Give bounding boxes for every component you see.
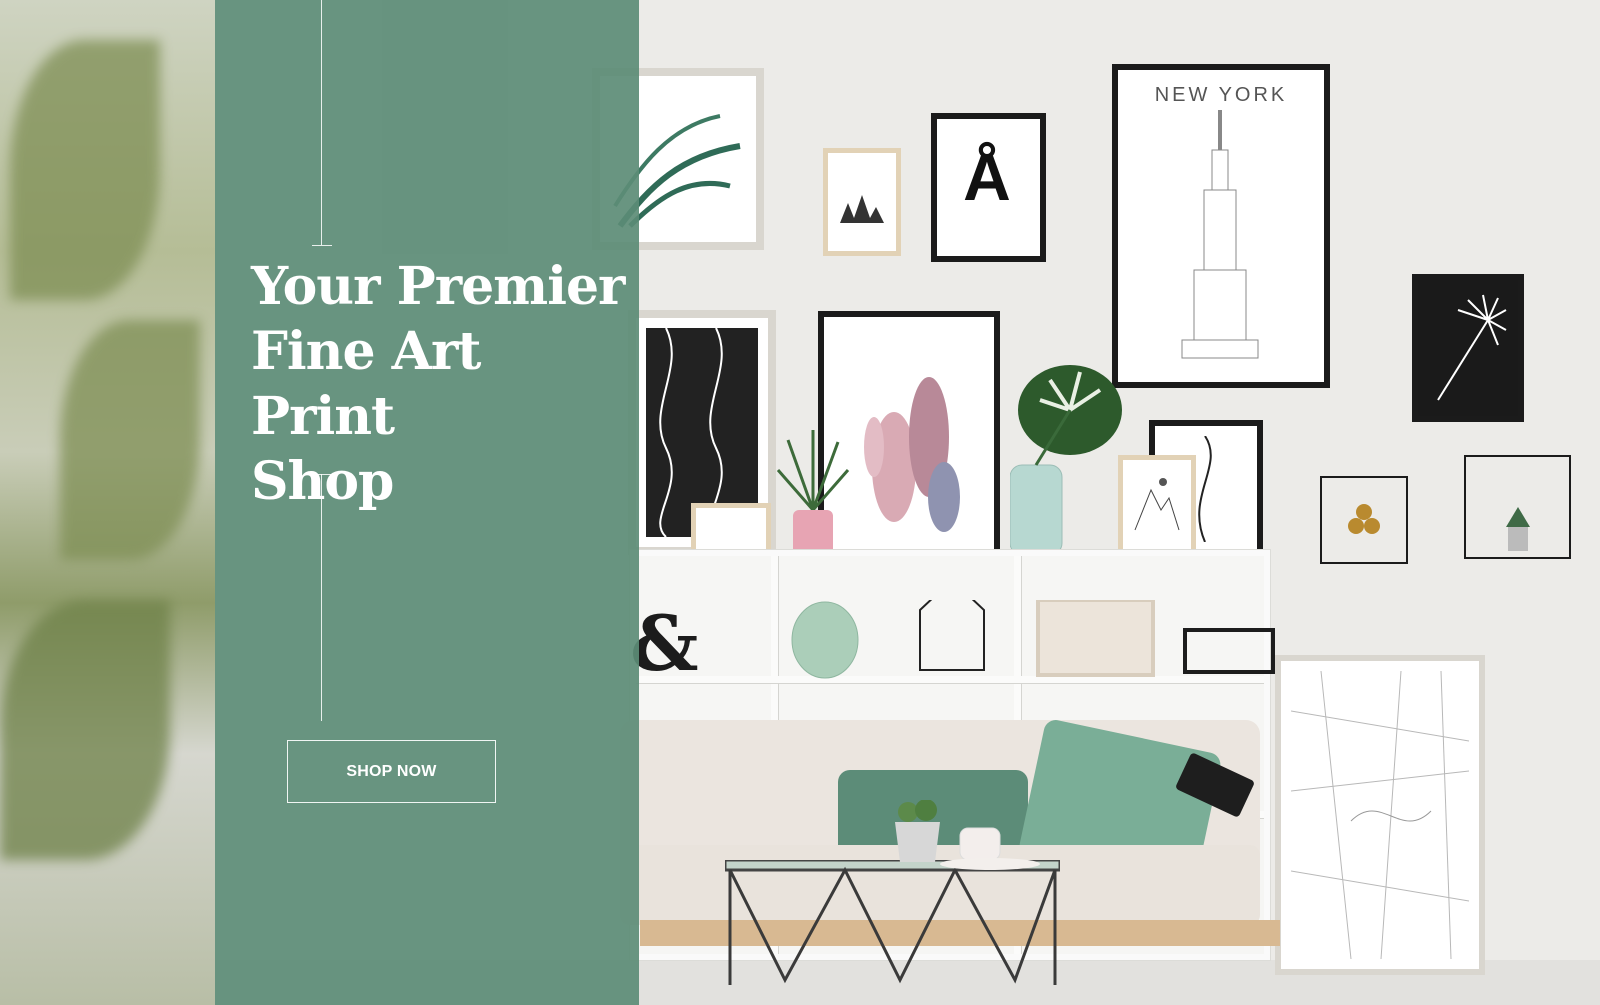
headline-line-2: Fine Art Print xyxy=(251,321,481,447)
letter-print-glyph: Å xyxy=(963,140,1014,214)
headline-line-3: Shop xyxy=(251,451,394,512)
decorative-tick-bottom xyxy=(312,474,332,475)
monstera-vase xyxy=(1010,365,1122,556)
shadow-box-gold-dots xyxy=(1320,476,1408,564)
potted-grass xyxy=(776,430,850,555)
frame-forest-print xyxy=(823,148,901,256)
shelf-decor: & xyxy=(630,600,1275,688)
table-decor xyxy=(895,800,1040,870)
hero-headline: Your Premier Fine Art Print Shop xyxy=(251,254,631,514)
new-york-caption: NEW YORK xyxy=(1154,84,1288,106)
decorative-line-bottom xyxy=(321,474,322,721)
shadow-box-succulent xyxy=(1464,455,1571,559)
decorative-tick-top xyxy=(312,245,332,246)
frame-palm-leaf-print xyxy=(1412,274,1524,422)
frame-new-york-print: NEW YORK xyxy=(1112,64,1330,388)
shop-now-button[interactable]: SHOP NOW xyxy=(287,740,496,803)
frame-letter-print: Å xyxy=(931,113,1046,262)
decorative-line-top xyxy=(321,0,322,245)
frame-mountain-print xyxy=(1118,455,1196,561)
frame-city-map xyxy=(1275,655,1485,975)
svg-text:&: & xyxy=(630,600,699,688)
blurred-plant xyxy=(0,0,215,1005)
headline-line-1: Your Premier xyxy=(251,256,625,317)
